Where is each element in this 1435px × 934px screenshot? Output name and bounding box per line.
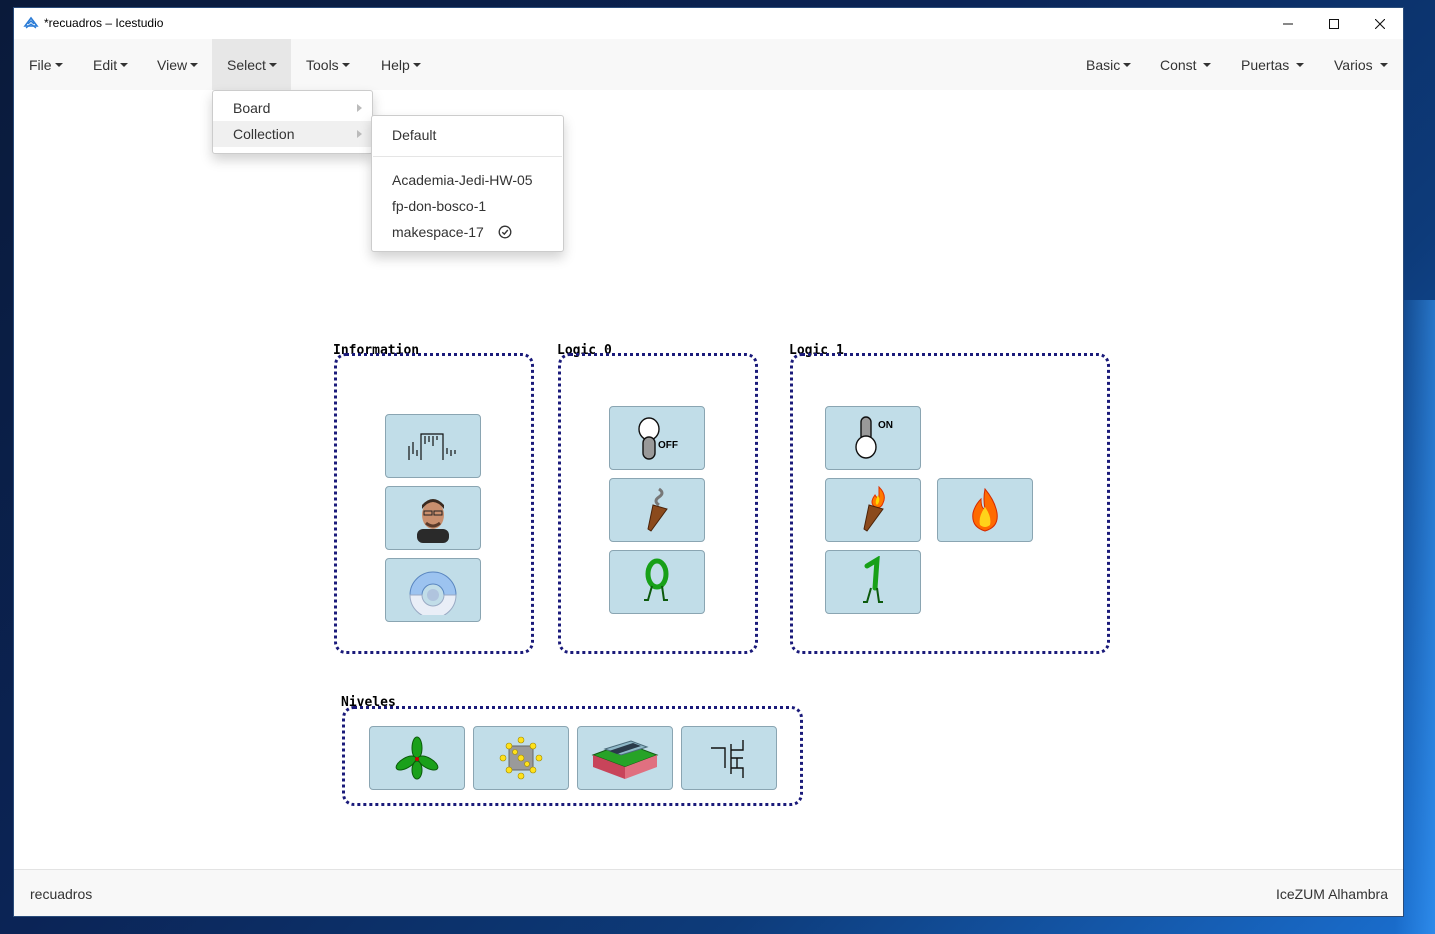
block-orbital[interactable] bbox=[369, 726, 465, 790]
collection-item-makespace[interactable]: makespace-17 bbox=[372, 219, 563, 245]
chevron-right-icon bbox=[357, 104, 362, 112]
menu-file[interactable]: File bbox=[14, 39, 78, 90]
orbital-icon bbox=[395, 736, 439, 780]
block-torch-lit[interactable] bbox=[825, 478, 921, 542]
chevron-right-icon bbox=[357, 130, 362, 138]
status-project-name: recuadros bbox=[30, 886, 93, 902]
menu-divider bbox=[373, 156, 562, 157]
maximize-icon bbox=[1329, 18, 1339, 29]
menu-const-label: Const bbox=[1160, 56, 1197, 73]
avatar bbox=[417, 499, 449, 543]
block-author-photo[interactable] bbox=[385, 486, 481, 550]
one-character-icon bbox=[863, 556, 883, 603]
menu-const[interactable]: Const bbox=[1145, 39, 1226, 90]
collection-item-default[interactable]: Default bbox=[372, 122, 563, 148]
fire-icon bbox=[972, 487, 998, 532]
menu-item-collection-label: Collection bbox=[233, 126, 295, 142]
collection-item-academia-jedi[interactable]: Academia-Jedi-HW-05 bbox=[372, 167, 563, 193]
window-title: *recuadros – Icestudio bbox=[44, 16, 164, 30]
menu-basic-label: Basic bbox=[1086, 56, 1121, 73]
menu-edit-label: Edit bbox=[93, 56, 118, 73]
status-board-name[interactable]: IceZUM Alhambra bbox=[1276, 886, 1388, 902]
menu-view-label: View bbox=[157, 56, 188, 73]
collection-item-makespace-label: makespace-17 bbox=[392, 224, 484, 240]
caret-down-icon bbox=[1296, 62, 1305, 67]
icestudio-logo-icon bbox=[23, 16, 39, 29]
menu-puertas-label: Puertas bbox=[1241, 56, 1290, 73]
menu-bar: File Edit View Select Tools Help Basic C… bbox=[14, 39, 1403, 91]
torch-on-icon bbox=[863, 485, 885, 532]
switch-off-icon bbox=[638, 417, 660, 460]
block-switch-off[interactable]: OFF bbox=[609, 406, 705, 470]
block-one-character[interactable] bbox=[825, 550, 921, 614]
menu-item-board-label: Board bbox=[233, 100, 271, 116]
caret-down-icon bbox=[1123, 62, 1132, 67]
transistor-3d-icon bbox=[591, 740, 659, 779]
block-zero-character[interactable] bbox=[609, 550, 705, 614]
menu-tools[interactable]: Tools bbox=[291, 39, 365, 90]
caret-down-icon bbox=[412, 62, 421, 67]
menu-help[interactable]: Help bbox=[366, 39, 436, 90]
block-transistor-3d[interactable] bbox=[577, 726, 673, 790]
caret-down-icon bbox=[54, 62, 63, 67]
status-bar: recuadros IceZUM Alhambra bbox=[14, 869, 1403, 916]
caret-down-icon bbox=[1203, 62, 1212, 67]
menu-varios[interactable]: Varios bbox=[1319, 39, 1403, 90]
select-dropdown-menu: Board Collection bbox=[212, 90, 373, 154]
minimize-icon bbox=[1283, 23, 1293, 24]
close-button[interactable] bbox=[1357, 8, 1403, 39]
check-circle-icon bbox=[498, 225, 512, 239]
block-switch-on[interactable]: ON bbox=[825, 406, 921, 470]
menu-item-board[interactable]: Board bbox=[213, 95, 372, 121]
menu-varios-label: Varios bbox=[1334, 56, 1373, 73]
caret-down-icon bbox=[268, 62, 277, 67]
switch-on-icon bbox=[855, 416, 877, 459]
collection-item-fp-don-bosco[interactable]: fp-don-bosco-1 bbox=[372, 193, 563, 219]
crystal-lattice-icon bbox=[499, 736, 543, 780]
collection-submenu: Default Academia-Jedi-HW-05 fp-don-bosco… bbox=[371, 115, 564, 252]
menu-help-label: Help bbox=[381, 56, 410, 73]
menu-select-label: Select bbox=[227, 56, 266, 73]
menu-file-label: File bbox=[29, 56, 52, 73]
block-crystal-lattice[interactable] bbox=[473, 726, 569, 790]
minimize-button[interactable] bbox=[1265, 8, 1311, 39]
caret-down-icon bbox=[341, 62, 350, 67]
caret-down-icon bbox=[190, 62, 199, 67]
menu-select[interactable]: Select bbox=[212, 39, 291, 90]
close-icon bbox=[1375, 18, 1385, 29]
switch-off-text: OFF bbox=[658, 440, 678, 451]
menu-view[interactable]: View bbox=[142, 39, 213, 90]
torch-off-icon bbox=[647, 487, 668, 532]
switch-on-text: ON bbox=[878, 420, 893, 431]
mosfet-icon bbox=[711, 740, 744, 778]
menu-basic[interactable]: Basic bbox=[1071, 39, 1146, 90]
caret-down-icon bbox=[1379, 62, 1388, 67]
maximize-button[interactable] bbox=[1311, 8, 1357, 39]
menu-edit[interactable]: Edit bbox=[78, 39, 143, 90]
menu-tools-label: Tools bbox=[306, 56, 339, 73]
menu-item-collection[interactable]: Collection bbox=[213, 121, 372, 147]
block-mosfet-symbol[interactable] bbox=[681, 726, 777, 790]
app-window: *recuadros – Icestudio File Edit View Se… bbox=[14, 8, 1403, 916]
menu-puertas[interactable]: Puertas bbox=[1226, 39, 1319, 90]
puzzle-logo-icon bbox=[409, 571, 457, 615]
block-fire[interactable] bbox=[937, 478, 1033, 542]
zero-character-icon bbox=[644, 558, 669, 601]
caret-down-icon bbox=[120, 62, 129, 67]
block-collection-logo[interactable] bbox=[385, 558, 481, 622]
design-canvas[interactable]: Information Logic 0 OFF Logic 1 ON Nivel… bbox=[14, 90, 1403, 870]
block-waveform[interactable] bbox=[385, 414, 481, 478]
block-torch-unlit[interactable] bbox=[609, 478, 705, 542]
waveform-icon bbox=[408, 433, 456, 460]
title-bar: *recuadros – Icestudio bbox=[14, 8, 1403, 39]
